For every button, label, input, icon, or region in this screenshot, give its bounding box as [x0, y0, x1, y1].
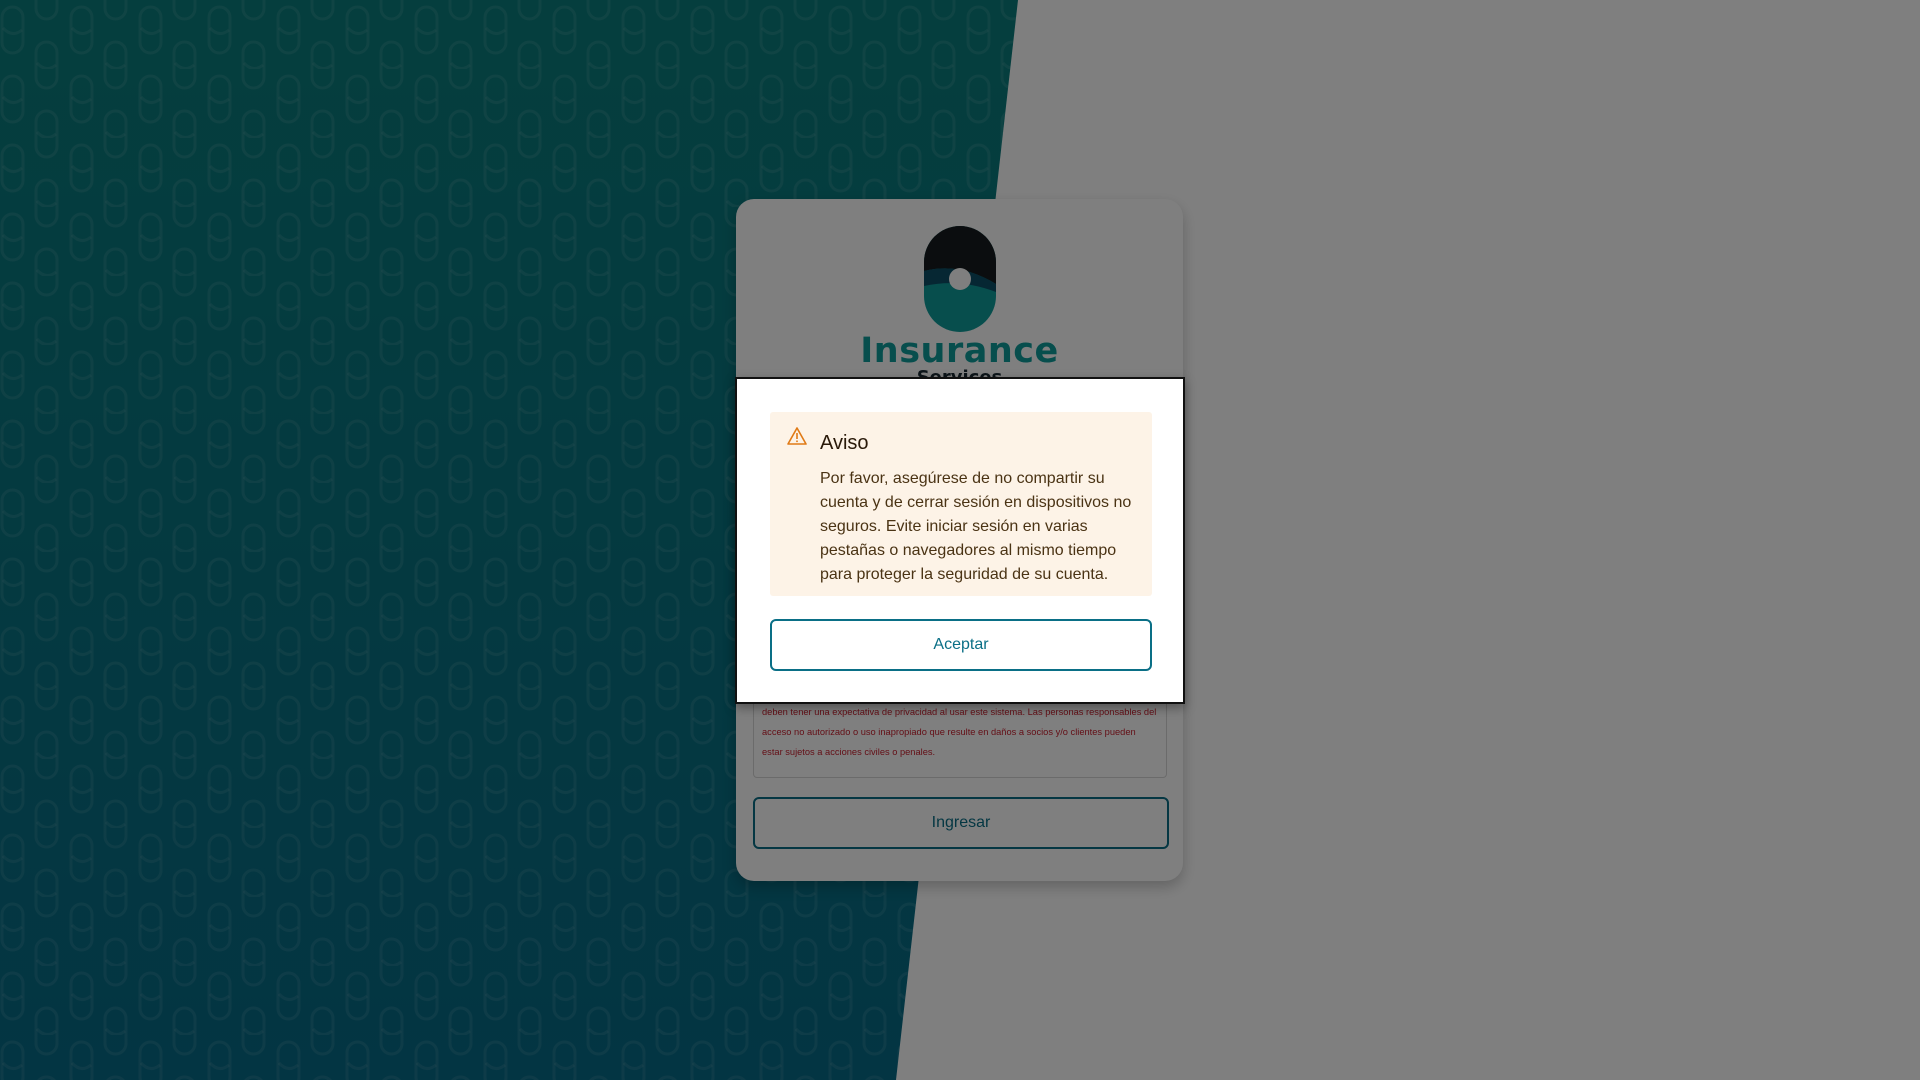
notice-dialog: Aviso Por favor, asegúrese de no compart…: [735, 377, 1185, 704]
accept-button[interactable]: Aceptar: [770, 619, 1152, 671]
alert-message: Por favor, asegúrese de no compartir su …: [820, 470, 1132, 583]
warning-alert: Aviso Por favor, asegúrese de no compart…: [770, 412, 1152, 596]
alert-title: Aviso: [820, 432, 869, 454]
warning-triangle-icon: [787, 427, 807, 445]
login-page: Insurance Services Este sistema está res…: [0, 0, 1920, 1080]
